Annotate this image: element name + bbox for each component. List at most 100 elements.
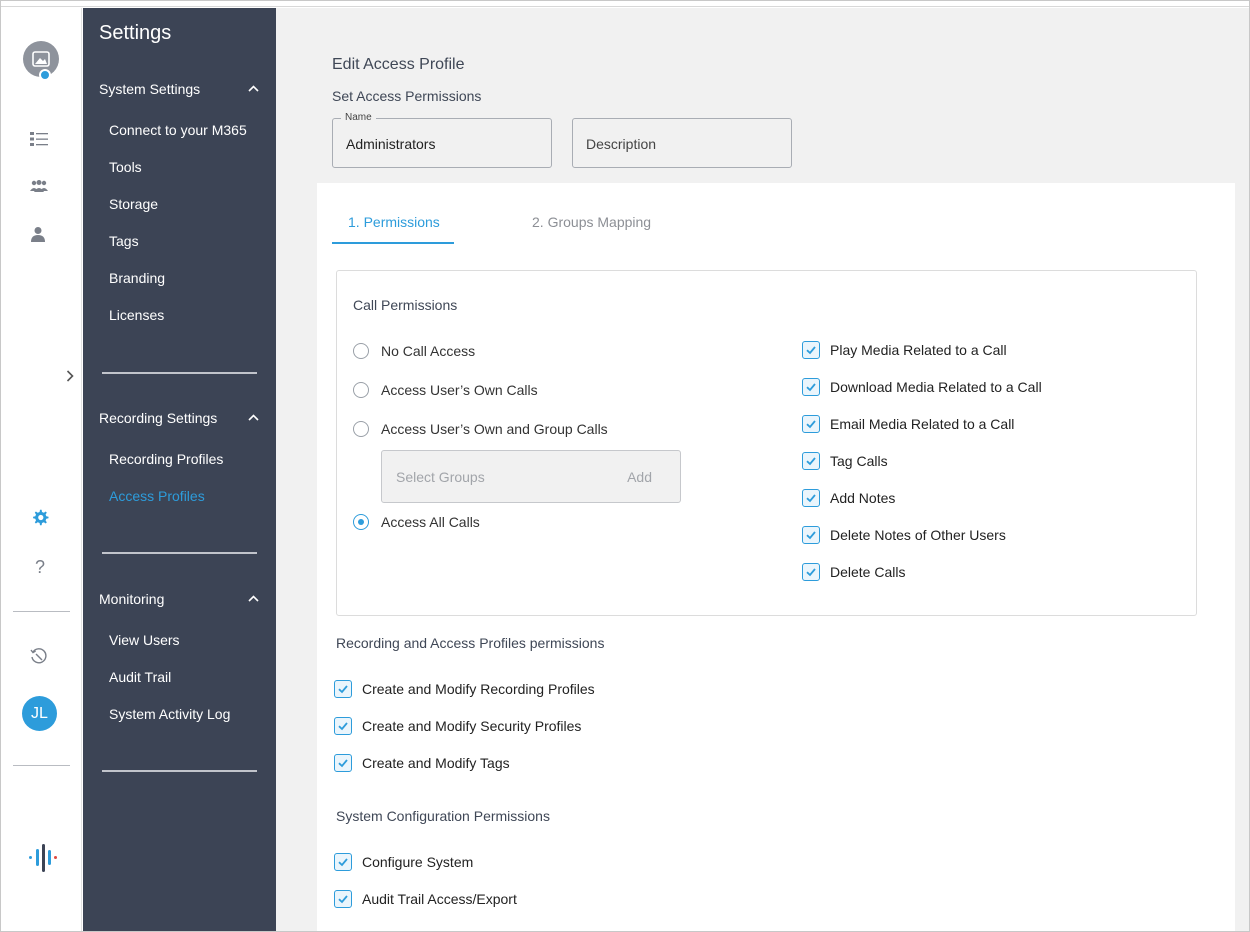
rail-divider [13, 765, 70, 766]
checkbox-label: Configure System [362, 854, 474, 870]
icon-rail: ? JL [2, 8, 82, 931]
chevron-up-icon[interactable] [248, 81, 259, 95]
section-label: Monitoring [99, 591, 165, 607]
sidebar-item-system-activity-log[interactable]: System Activity Log [109, 706, 230, 722]
checkbox-play-media[interactable]: Play Media Related to a Call [802, 341, 1007, 359]
system-permissions-title: System Configuration Permissions [336, 808, 550, 824]
checkbox-checked-icon[interactable] [334, 717, 352, 735]
checkbox-delete-notes[interactable]: Delete Notes of Other Users [802, 526, 1006, 544]
checkbox-label: Play Media Related to a Call [830, 342, 1007, 358]
select-groups-placeholder[interactable]: Select Groups [396, 469, 485, 485]
sidebar-divider [102, 552, 257, 554]
section-label: System Settings [99, 81, 201, 97]
add-groups-button[interactable]: Add [627, 469, 652, 485]
image-avatar-icon[interactable] [23, 41, 59, 81]
radio-button[interactable] [353, 343, 369, 359]
select-groups-input[interactable]: Select Groups Add [381, 450, 681, 503]
checkbox-label: Delete Notes of Other Users [830, 527, 1006, 543]
section-recording-settings[interactable]: Recording Settings [99, 410, 259, 426]
checkbox-checked-icon[interactable] [802, 489, 820, 507]
radio-button[interactable] [353, 382, 369, 398]
gear-icon[interactable] [30, 508, 50, 528]
checkbox-label: Create and Modify Security Profiles [362, 718, 582, 734]
section-monitoring[interactable]: Monitoring [99, 591, 259, 607]
checkbox-label: Email Media Related to a Call [830, 416, 1015, 432]
help-icon[interactable]: ? [30, 556, 50, 578]
checkbox-download-media[interactable]: Download Media Related to a Call [802, 378, 1042, 396]
checkbox-tag-calls[interactable]: Tag Calls [802, 452, 888, 470]
checkbox-checked-icon[interactable] [802, 563, 820, 581]
checkbox-label: Create and Modify Recording Profiles [362, 681, 595, 697]
rail-divider [13, 611, 70, 612]
sidebar-item-tags[interactable]: Tags [109, 233, 139, 249]
radio-label: No Call Access [381, 343, 476, 359]
status-dot [39, 69, 51, 81]
main-content: Edit Access Profile Set Access Permissio… [276, 8, 1249, 931]
checkbox-checked-icon[interactable] [334, 853, 352, 871]
chevron-up-icon[interactable] [248, 591, 259, 605]
checkbox-configure-system[interactable]: Configure System [334, 853, 473, 871]
sidebar-item-licenses[interactable]: Licenses [109, 307, 164, 323]
name-field[interactable]: Name Administrators [332, 112, 552, 168]
sidebar-item-tools[interactable]: Tools [109, 159, 142, 175]
recording-permissions-title: Recording and Access Profiles permission… [336, 635, 605, 651]
radio-no-call-access[interactable]: No Call Access [353, 343, 475, 359]
sidebar-item-recording-profiles[interactable]: Recording Profiles [109, 451, 223, 467]
user-icon[interactable] [28, 224, 48, 244]
checkbox-checked-icon[interactable] [802, 378, 820, 396]
radio-button[interactable] [353, 421, 369, 437]
expand-chevron-icon[interactable] [62, 366, 78, 386]
checkbox-email-media[interactable]: Email Media Related to a Call [802, 415, 1014, 433]
checkbox-checked-icon[interactable] [334, 890, 352, 908]
radio-button-selected[interactable] [353, 514, 369, 530]
sidebar-item-access-profiles[interactable]: Access Profiles [109, 488, 205, 504]
checkbox-add-notes[interactable]: Add Notes [802, 489, 895, 507]
checkbox-label: Download Media Related to a Call [830, 379, 1042, 395]
checkbox-modify-tags[interactable]: Create and Modify Tags [334, 754, 510, 772]
tab-groups-mapping[interactable]: 2. Groups Mapping [532, 214, 651, 230]
checkbox-checked-icon[interactable] [334, 680, 352, 698]
history-icon[interactable] [28, 646, 50, 668]
sidebar-item-branding[interactable]: Branding [109, 270, 165, 286]
sidebar-item-connect-m365[interactable]: Connect to your M365 [109, 122, 247, 138]
checkbox-checked-icon[interactable] [802, 415, 820, 433]
call-permissions-title: Call Permissions [353, 297, 458, 313]
checkbox-label: Delete Calls [830, 564, 906, 580]
section-system-settings[interactable]: System Settings [99, 81, 259, 97]
checkbox-label: Create and Modify Tags [362, 755, 510, 771]
radio-label: Access User’s Own and Group Calls [381, 421, 608, 437]
checkbox-checked-icon[interactable] [334, 754, 352, 772]
top-border [1, 1, 1249, 7]
checkbox-checked-icon[interactable] [802, 526, 820, 544]
radio-own-calls[interactable]: Access User’s Own Calls [353, 382, 538, 398]
permissions-card: 1. Permissions 2. Groups Mapping Call Pe… [317, 183, 1235, 931]
checkbox-checked-icon[interactable] [802, 341, 820, 359]
app-window: ? JL Settings System Settings Connect to… [0, 0, 1250, 932]
sidebar-item-view-users[interactable]: View Users [109, 632, 180, 648]
user-avatar[interactable]: JL [22, 696, 57, 731]
checkbox-delete-calls[interactable]: Delete Calls [802, 563, 905, 581]
group-icon[interactable] [28, 176, 50, 196]
radio-label: Access All Calls [381, 514, 480, 530]
name-field-value[interactable]: Administrators [346, 136, 435, 152]
page-title: Edit Access Profile [332, 56, 465, 73]
tab-permissions[interactable]: 1. Permissions [348, 214, 440, 230]
checkbox-security-profiles[interactable]: Create and Modify Security Profiles [334, 717, 581, 735]
checkbox-recording-profiles[interactable]: Create and Modify Recording Profiles [334, 680, 595, 698]
checkbox-label: Audit Trail Access/Export [362, 891, 517, 907]
checkbox-audit-trail-export[interactable]: Audit Trail Access/Export [334, 890, 517, 908]
description-placeholder[interactable]: Description [586, 136, 656, 152]
logo-icon [26, 843, 60, 873]
checkbox-label: Tag Calls [830, 453, 888, 469]
radio-all-calls[interactable]: Access All Calls [353, 514, 480, 530]
description-field[interactable]: Description [572, 118, 792, 168]
sidebar-item-audit-trail[interactable]: Audit Trail [109, 669, 171, 685]
chevron-up-icon[interactable] [248, 410, 259, 424]
name-field-legend: Name [341, 112, 376, 123]
radio-own-and-group-calls[interactable]: Access User’s Own and Group Calls [353, 421, 608, 437]
sidebar-title: Settings [99, 22, 172, 44]
page-subtitle: Set Access Permissions [332, 88, 482, 104]
checkbox-checked-icon[interactable] [802, 452, 820, 470]
sidebar-item-storage[interactable]: Storage [109, 196, 158, 212]
list-icon[interactable] [29, 129, 49, 149]
